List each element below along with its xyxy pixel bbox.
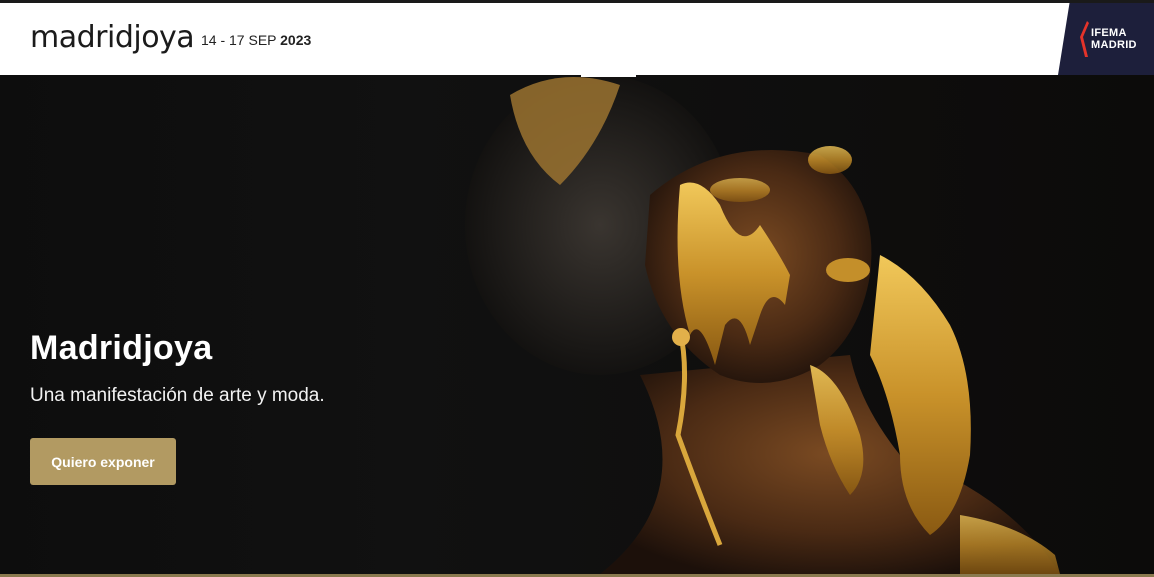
event-dates-range: 14 - 17 SEP [201, 32, 277, 48]
ifema-flag-icon [1080, 21, 1089, 57]
lips-shape [826, 258, 870, 282]
gold-eyeshadow-shape [808, 146, 852, 174]
hero-image [465, 75, 1060, 574]
ifema-madrid-logo[interactable]: IFEMA MADRID [1058, 3, 1154, 75]
hero-title: Madridjoya [30, 329, 213, 367]
event-dates: 14 - 17 SEP 2023 [201, 32, 311, 48]
nav-indicator [581, 75, 636, 77]
earring-top-shape [672, 328, 690, 346]
quiero-exponer-button[interactable]: Quiero exponer [30, 438, 176, 485]
hero-banner: Madridjoya Una manifestación de arte y m… [0, 75, 1154, 574]
hero-subtitle: Una manifestación de arte y moda. [30, 385, 325, 406]
madridjoya-logo[interactable]: madridjoya [30, 20, 195, 55]
ifema-line2: MADRID [1091, 39, 1137, 51]
site-header: madridjoya 14 - 17 SEP 2023 IFEMA MADRID [0, 3, 1154, 75]
ifema-text: IFEMA MADRID [1091, 27, 1137, 51]
gold-eye-shape [710, 178, 770, 202]
event-year: 2023 [280, 32, 312, 48]
ifema-line1: IFEMA [1091, 27, 1127, 39]
